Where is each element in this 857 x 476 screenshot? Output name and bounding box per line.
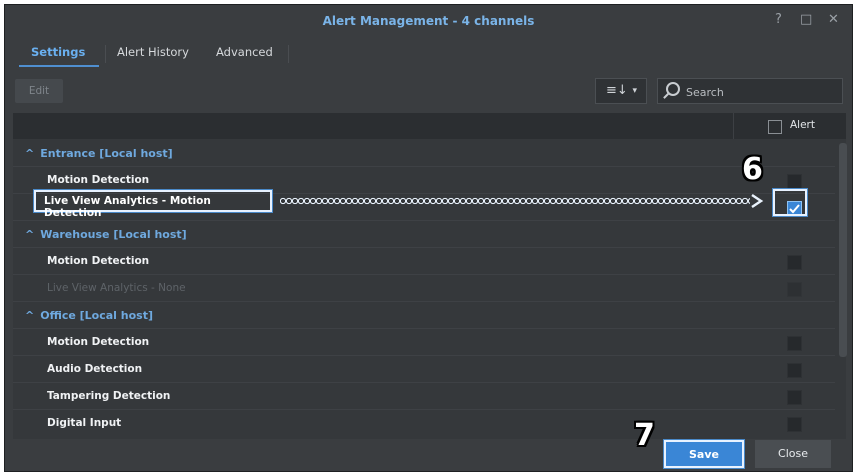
title-bar: Alert Management - 4 channels ? □ ✕ [5, 5, 852, 39]
item-label: Motion Detection [47, 174, 150, 186]
sort-button[interactable]: ≡↓ ▾ [595, 78, 647, 104]
search-icon [666, 82, 680, 96]
edit-button[interactable]: Edit [15, 79, 63, 103]
tab-divider [105, 45, 106, 63]
search-input[interactable] [684, 82, 838, 102]
tab-alert-history[interactable]: Alert History [117, 45, 189, 59]
item-label: Live View Analytics - Motion Detection [44, 195, 211, 219]
tab-divider [288, 45, 289, 63]
alert-management-window: Alert Management - 4 channels ? □ ✕ Sett… [4, 4, 853, 472]
group-name: Warehouse [Local host] [40, 228, 187, 241]
group-header-warehouse[interactable]: ^ Warehouse [Local host] [13, 221, 835, 248]
help-icon[interactable]: ? [775, 12, 782, 27]
item-label: Motion Detection [47, 336, 150, 348]
group-name: Entrance [Local host] [40, 147, 173, 160]
alert-checkbox[interactable] [787, 390, 802, 405]
highlighted-item-label[interactable]: Live View Analytics - Motion Detection [34, 190, 272, 219]
item-label: Live View Analytics - None [47, 282, 186, 294]
chevron-down-icon: ▾ [632, 86, 637, 96]
close-icon[interactable]: ✕ [828, 12, 839, 27]
window-title: Alert Management - 4 channels [322, 14, 535, 28]
tab-bar: Settings Alert History Advanced [5, 39, 852, 67]
group-name: Office [Local host] [40, 309, 154, 322]
group-header-entrance[interactable]: ^ Entrance [Local host] [13, 140, 835, 167]
grid-header: Alert [13, 113, 846, 139]
checkbox-highlight-frame [773, 189, 807, 216]
vertical-scrollbar[interactable] [839, 143, 847, 357]
arrow-head-icon [751, 193, 764, 209]
list-item: Tampering Detection [13, 383, 835, 410]
item-label: Audio Detection [47, 363, 143, 375]
chevron-up-icon: ^ [25, 228, 35, 241]
tab-settings[interactable]: Settings [31, 45, 85, 59]
list-item-disabled: Live View Analytics - None [13, 275, 835, 302]
search-box[interactable] [657, 78, 843, 104]
step-7-marker: 7 [634, 418, 655, 453]
dotted-pointer-line [280, 196, 750, 206]
alert-checkbox[interactable] [787, 363, 802, 378]
list-item: Audio Detection [13, 356, 835, 383]
chevron-up-icon: ^ [25, 309, 35, 322]
list-item: Motion Detection [13, 248, 835, 275]
item-label: Tampering Detection [47, 390, 171, 402]
maximize-icon[interactable]: □ [800, 12, 812, 27]
active-tab-indicator [19, 65, 99, 67]
sort-icon: ≡↓ [606, 83, 628, 98]
toolbar: Edit ≡↓ ▾ [5, 73, 852, 107]
item-label: Motion Detection [47, 255, 150, 267]
alert-checkbox[interactable] [787, 174, 802, 189]
column-divider [733, 113, 734, 139]
chevron-up-icon: ^ [25, 147, 35, 160]
select-all-checkbox[interactable] [768, 120, 782, 134]
alert-checkbox[interactable] [787, 417, 802, 432]
group-header-office[interactable]: ^ Office [Local host] [13, 302, 835, 329]
item-label: Digital Input [47, 417, 122, 429]
alert-checkbox[interactable] [787, 336, 802, 351]
close-button[interactable]: Close [755, 440, 831, 468]
list-item: Motion Detection [13, 329, 835, 356]
save-button[interactable]: Save [664, 440, 744, 468]
alert-column-header: Alert [790, 119, 815, 131]
alert-checkbox[interactable] [787, 255, 802, 270]
alert-grid: Alert ^ Entrance [Local host] Motion Dete… [13, 113, 847, 439]
list-item: Digital Input [13, 410, 835, 437]
alert-checkbox-disabled [787, 282, 802, 297]
tab-advanced[interactable]: Advanced [216, 45, 273, 59]
step-6-marker: 6 [742, 152, 763, 187]
